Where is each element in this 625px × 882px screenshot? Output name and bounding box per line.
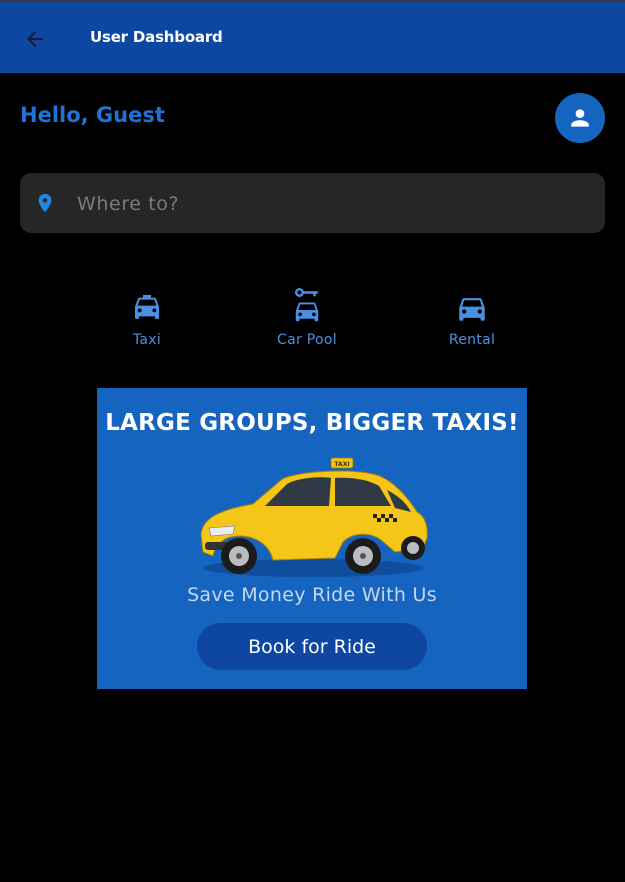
service-rental-label: Rental xyxy=(448,332,496,348)
person-icon xyxy=(571,109,589,127)
service-car-pool[interactable]: Car Pool xyxy=(252,283,362,353)
arrow-back-icon xyxy=(27,31,43,47)
search-bar[interactable] xyxy=(20,173,605,235)
car-rental-icon xyxy=(459,298,485,321)
page-title: User Dashboard xyxy=(90,28,223,46)
greeting-text: Hello, Guest xyxy=(20,103,165,127)
location-pin-icon xyxy=(38,193,52,213)
taxi-sign-text: TAXI xyxy=(334,461,349,468)
destination-search-input[interactable] xyxy=(75,173,589,235)
taxi-icon xyxy=(135,295,159,319)
promo-headline: LARGE GROUPS, BIGGER TAXIS! xyxy=(105,410,519,436)
book-for-ride-button[interactable]: Book for Ride xyxy=(197,623,427,670)
yellow-taxi-image: TAXI xyxy=(200,457,428,577)
service-taxi-label: Taxi xyxy=(132,332,162,348)
promo-tagline: Save Money Ride With Us xyxy=(187,584,437,606)
profile-button[interactable] xyxy=(555,93,605,143)
app-bar: User Dashboard xyxy=(0,0,625,73)
promo-banner: LARGE GROUPS, BIGGER TAXIS! TAXI Save Mo xyxy=(97,388,527,689)
service-taxi[interactable]: Taxi xyxy=(92,283,202,353)
service-rental[interactable]: Rental xyxy=(417,283,527,353)
car-pool-icon xyxy=(295,288,319,322)
back-button[interactable] xyxy=(18,22,52,56)
service-car-pool-label: Car Pool xyxy=(277,332,337,348)
